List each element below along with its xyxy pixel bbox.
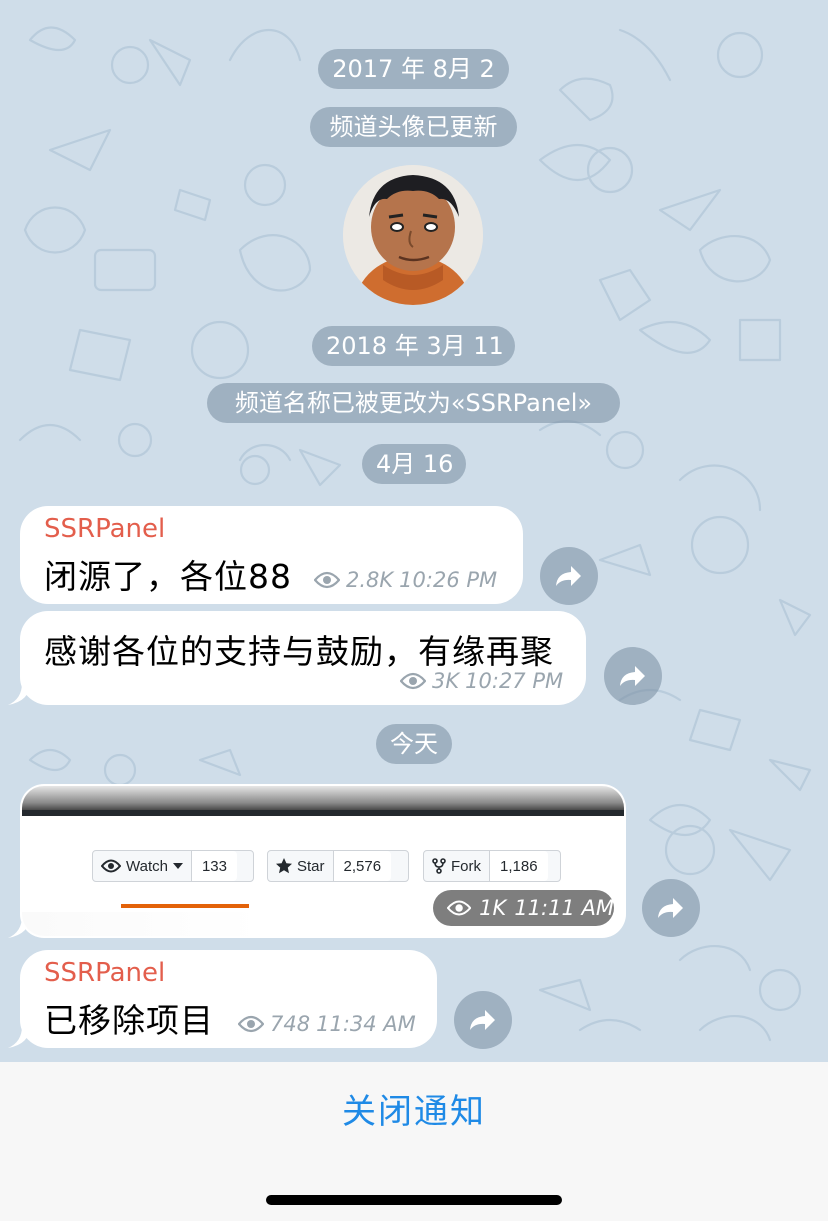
star-count: 2,576 [333,851,392,881]
service-message: 频道头像已更新 [310,107,517,147]
share-icon [658,898,683,918]
chat-background[interactable]: 2017 年 8月 2 频道头像已更新 2018 年 3月 11 频道名称已被更… [0,0,828,1062]
share-button[interactable] [454,991,512,1049]
fork-button[interactable]: Fork 1,186 [423,850,561,882]
home-indicator[interactable] [266,1195,562,1205]
message-text: 闭源了，各位88 [44,557,292,596]
message-time: 11:11 AM [514,896,614,920]
photo-meta: 1K 11:11 AM [433,890,614,926]
share-button[interactable] [642,879,700,937]
share-icon [556,566,581,586]
star-button[interactable]: Star 2,576 [267,850,409,882]
message-time: 10:26 PM [399,568,498,592]
message-time: 11:34 AM [316,1012,416,1036]
caret-down-icon [172,863,183,869]
service-message: 频道名称已被更改为«SSRPanel» [207,383,620,423]
view-count: 1K [479,896,507,920]
date-separator: 4月 16 [362,444,466,484]
photo-header-line [22,810,624,816]
fork-icon [432,858,446,874]
date-separator: 今天 [376,724,452,764]
eye-icon [400,672,426,690]
message-meta: 3K 10:27 PM [400,669,563,693]
fork-count: 1,186 [490,851,548,881]
sender-name[interactable]: SSRPanel [44,958,165,988]
sender-name[interactable]: SSRPanel [44,514,165,544]
watch-label: Watch [126,857,168,875]
eye-icon [447,900,472,916]
photo-header-bar [22,786,624,810]
share-button[interactable] [604,647,662,705]
watch-count: 133 [191,851,237,881]
fork-label: Fork [451,857,481,875]
view-count: 3K [432,669,460,693]
message-bubble[interactable]: 感谢各位的支持与鼓励，有缘再聚 3K 10:27 PM [20,611,586,705]
tab-underline [121,904,249,908]
star-icon [276,858,292,874]
eye-icon [101,859,121,873]
date-separator: 2018 年 3月 11 [312,326,515,366]
share-button[interactable] [540,547,598,605]
share-icon [470,1010,495,1030]
mute-notifications-button[interactable]: 关闭通知 [0,1084,828,1133]
star-label: Star [297,857,325,875]
avatar-image [343,165,483,305]
bubble-tail [8,1026,30,1048]
view-count: 2.8K [346,568,394,592]
message-text: 感谢各位的支持与鼓励，有缘再聚 [44,632,554,671]
message-bubble[interactable]: SSRPanel 闭源了，各位88 2.8K 10:26 PM [20,506,523,604]
watch-button[interactable]: Watch 133 [92,850,254,882]
eye-icon [314,571,340,589]
message-bubble[interactable]: SSRPanel 已移除项目 748 11:34 AM [20,950,437,1048]
share-icon [620,666,645,686]
view-count: 748 [270,1012,311,1036]
eye-icon [238,1015,264,1033]
bubble-tail [8,683,30,705]
message-meta: 2.8K 10:26 PM [314,568,497,592]
channel-avatar[interactable] [343,165,483,305]
message-time: 10:27 PM [465,669,564,693]
message-meta: 748 11:34 AM [238,1012,416,1036]
message-text: 已移除项目 [44,1001,214,1040]
date-separator: 2017 年 8月 2 [318,49,509,89]
